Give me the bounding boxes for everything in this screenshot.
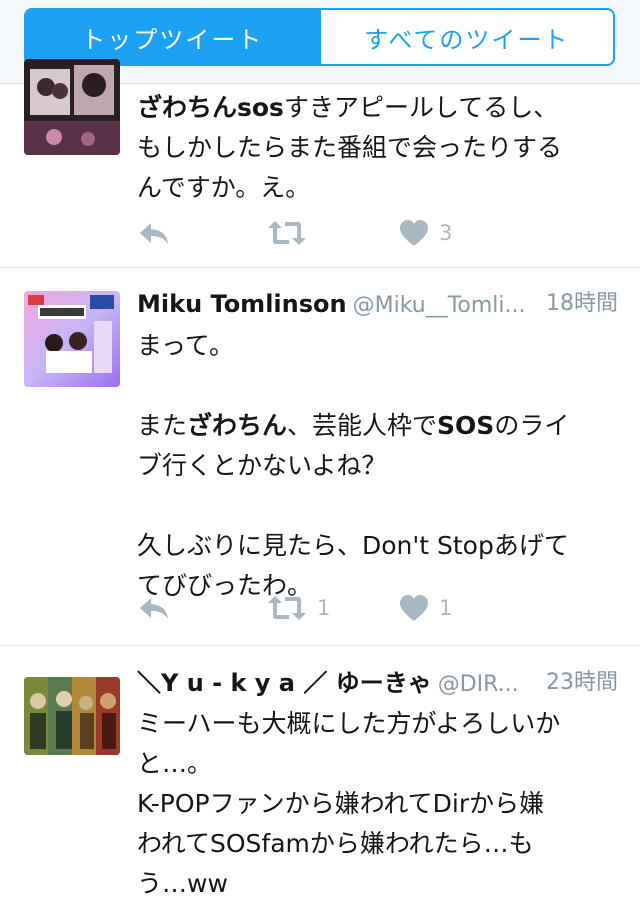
tweet-header: Miku Tomlinson @Miku__Tomli... 18時間 [137, 286, 618, 322]
tweet-time: 23時間 [540, 665, 618, 701]
tweet-text-line: すきアピールしてるし、 [283, 93, 559, 122]
heart-icon [400, 220, 428, 246]
tweet-header: ＼Y u - k y a ／ ゆーきゃ @DIR... 23時間 [137, 665, 618, 701]
reply-icon [140, 223, 168, 244]
tweet-text-segment: のライ [494, 411, 570, 440]
tab-top-tweets[interactable]: トップツイート [26, 10, 319, 64]
tweet-time: 18時間 [540, 286, 618, 322]
reply-button[interactable] [137, 588, 171, 628]
avatar[interactable] [24, 677, 120, 755]
tweet-text-segment: 、芸能人枠で [287, 411, 438, 440]
retweet-count: 1 [317, 596, 331, 620]
retweet-button[interactable] [267, 213, 307, 253]
avatar[interactable] [24, 291, 120, 387]
tweet-text-line: 久しぶりに見たら、Don't Stopあげて [137, 531, 569, 560]
user-handle[interactable]: @DIR... [438, 672, 519, 697]
reply-icon [140, 598, 168, 619]
like-button[interactable]: 1 [399, 588, 452, 628]
display-name[interactable]: ＼Y u - k y a ／ ゆーきゃ [137, 669, 432, 697]
display-name[interactable]: Miku Tomlinson [137, 290, 347, 318]
tweet-filter-segmented-control: トップツイート すべてのツイート [24, 8, 615, 66]
tweet-text-bold: SOS [437, 411, 495, 440]
tweet-text-line: ブ行くとかないよね？ [137, 451, 387, 480]
tweet-text-line: ミーハーも大概にした方がよろしいか [137, 709, 561, 738]
tweet-text-line: K-POPファンから嫌われてDirから嫌 [137, 789, 545, 818]
tweet-text-bold: ざわちん [187, 411, 288, 440]
tweet-text: まって。 またざわちん、芸能人枠でSOSのライ ブ行くとかないよね？ 久しぶりに… [137, 326, 622, 606]
tweet-text-line: う…ww [137, 869, 228, 898]
tweet-actions: 1 1 [137, 588, 557, 628]
tweet-item[interactable]: Miku Tomlinson @Miku__Tomli... 18時間 まって。 … [0, 268, 640, 646]
like-count: 3 [439, 221, 453, 245]
tweet-text-line: と…。 [137, 749, 213, 778]
like-count: 1 [439, 596, 453, 620]
tweet-text: ミーハーも大概にした方がよろしいか と…。 K-POPファンから嫌われてDirか… [137, 704, 622, 904]
reply-button[interactable] [137, 213, 171, 253]
tab-all-tweets[interactable]: すべてのツイート [318, 10, 614, 64]
tweet-text-segment: また [137, 411, 188, 440]
tweet-text: ざわちんsosすきアピールしてるし、 もしかしたらまた番組で会ったりする んです… [137, 88, 622, 208]
tweet-text-line: んですか。え。 [137, 173, 311, 202]
tweet-text-bold: ざわちんsos [137, 93, 284, 122]
retweet-icon [268, 221, 306, 245]
tweet-text-line: まって。 [137, 331, 235, 360]
retweet-button[interactable]: 1 [267, 588, 330, 628]
user-handle[interactable]: @Miku__Tomli... [353, 293, 526, 318]
avatar[interactable] [24, 59, 120, 155]
like-button[interactable]: 3 [399, 213, 452, 253]
tweet-item[interactable]: ＼Y u - k y a ／ ゆーきゃ @DIR... 23時間 ミーハーも大概に… [0, 646, 640, 898]
tweet-text-line: もしかしたらまた番組で会ったりする [137, 133, 563, 162]
tweet-actions: 3 [137, 213, 557, 253]
tweet-item[interactable]: ざわちんsosすきアピールしてるし、 もしかしたらまた番組で会ったりする んです… [0, 59, 640, 268]
tweet-text-line: われてSOSfamから嫌われたら…も [137, 829, 534, 858]
retweet-icon [268, 596, 306, 620]
heart-icon [400, 595, 428, 621]
